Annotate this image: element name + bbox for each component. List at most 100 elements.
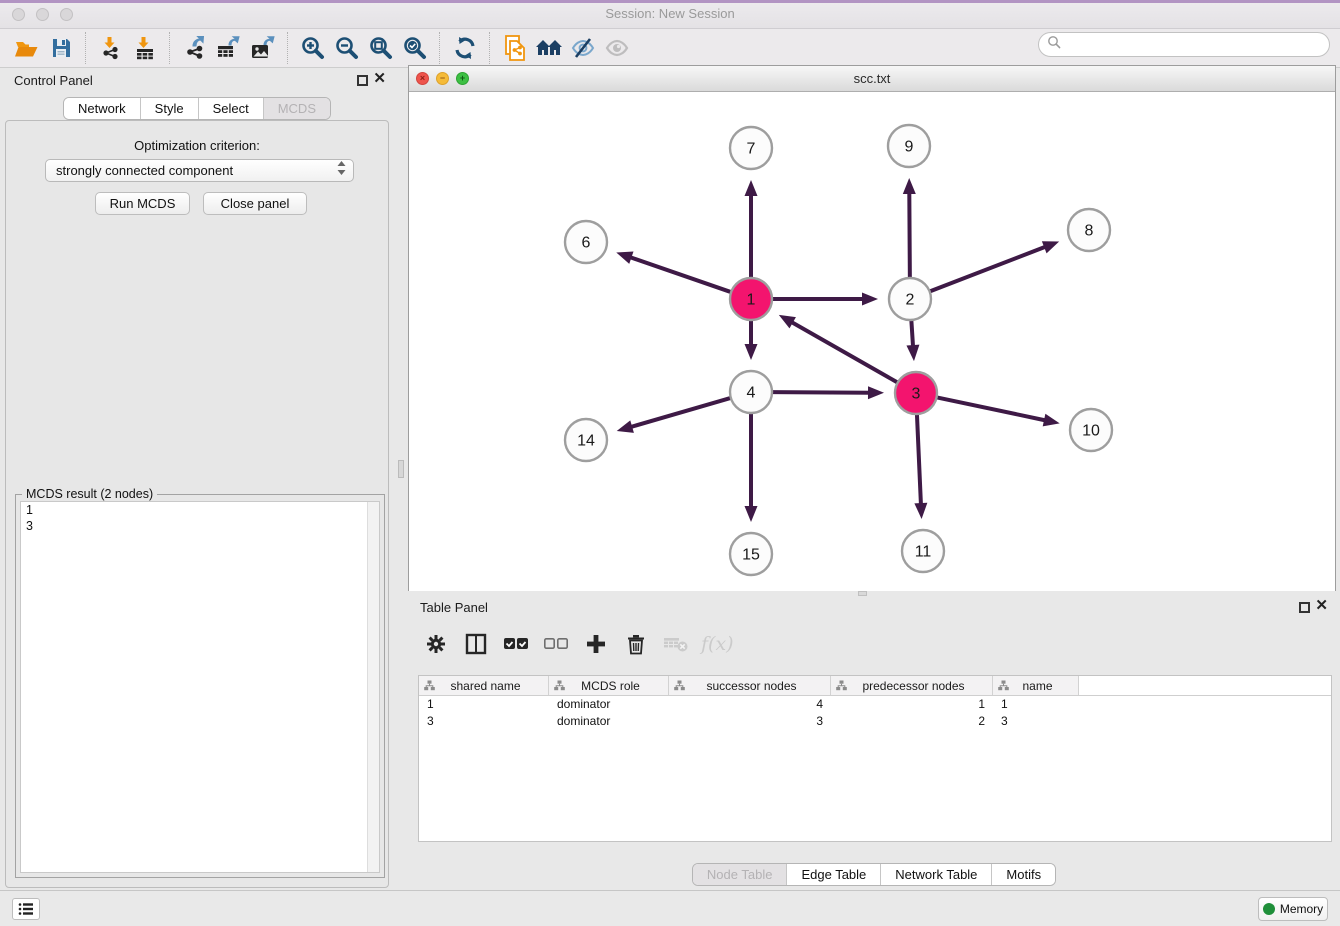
edge-2-9[interactable] (903, 178, 916, 277)
column-header-MCDS-role[interactable]: MCDS role (549, 676, 669, 695)
table-cell[interactable]: 1 (419, 696, 549, 713)
node-9[interactable]: 9 (888, 125, 930, 167)
node-3[interactable]: 3 (895, 372, 937, 414)
close-panel-icon[interactable]: ✕ (373, 70, 386, 88)
application-window: Session: New Session Control Panel ✕ Net… (0, 0, 1340, 926)
zoom-selected-icon[interactable] (398, 33, 432, 63)
edge-2-3[interactable] (906, 321, 919, 361)
close-panel-button[interactable]: Close panel (203, 192, 307, 215)
edge-3-10[interactable] (938, 398, 1060, 427)
float-panel-icon[interactable] (357, 75, 368, 86)
node-7[interactable]: 7 (730, 127, 772, 169)
edge-1-7[interactable] (745, 180, 758, 277)
table-cell[interactable]: 3 (669, 713, 831, 730)
node-10[interactable]: 10 (1070, 409, 1112, 451)
control-tab-style[interactable]: Style (141, 98, 199, 119)
toolbar-separator (85, 32, 87, 64)
table-tab-node-table[interactable]: Node Table (693, 864, 788, 885)
unselect-all-columns-icon[interactable] (538, 627, 574, 661)
zoom-fit-icon[interactable] (364, 33, 398, 63)
edge-3-11[interactable] (914, 415, 927, 519)
table-cell[interactable]: 3 (419, 713, 549, 730)
add-column-icon[interactable] (578, 627, 614, 661)
edge-1-4[interactable] (745, 321, 758, 360)
edge-4-3[interactable] (773, 386, 884, 399)
table-cell[interactable]: 2 (831, 713, 993, 730)
memory-button[interactable]: Memory (1258, 897, 1328, 921)
delete-columns-icon[interactable] (618, 627, 654, 661)
refresh-view-icon[interactable] (448, 33, 482, 63)
node-14[interactable]: 14 (565, 419, 607, 461)
function-builder-icon[interactable]: f(x) (698, 627, 734, 661)
first-neighbors-icon[interactable] (532, 33, 566, 63)
memory-button-label: Memory (1280, 902, 1323, 916)
table-cell[interactable]: dominator (549, 696, 669, 713)
node-4[interactable]: 4 (730, 371, 772, 413)
search-input[interactable] (1065, 35, 1329, 55)
network-frame-titlebar[interactable]: × − + scc.txt (409, 66, 1335, 92)
table-panel-close-icon[interactable]: ✕ (1315, 597, 1328, 615)
zoom-in-icon[interactable] (296, 33, 330, 63)
edge-4-14[interactable] (617, 398, 730, 433)
table-row[interactable]: 3dominator323 (419, 713, 1331, 730)
table-tab-edge-table[interactable]: Edge Table (787, 864, 881, 885)
open-session-folder-icon[interactable] (10, 33, 44, 63)
clone-network-icon[interactable] (498, 33, 532, 63)
node-1[interactable]: 1 (730, 278, 772, 320)
table-cell[interactable]: 3 (993, 713, 1079, 730)
delete-table-icon[interactable] (658, 627, 694, 661)
show-all-icon[interactable] (600, 33, 634, 63)
table-cell[interactable]: 4 (669, 696, 831, 713)
node-8[interactable]: 8 (1068, 209, 1110, 251)
svg-text:3: 3 (912, 386, 921, 403)
vertical-splitter[interactable] (396, 68, 406, 890)
column-header-shared-name[interactable]: shared name (419, 676, 549, 695)
hide-selected-icon[interactable] (566, 33, 600, 63)
svg-text:1: 1 (747, 292, 756, 309)
export-image-icon[interactable] (246, 33, 280, 63)
save-session-icon[interactable] (44, 33, 78, 63)
table-row[interactable]: 1dominator411 (419, 696, 1331, 713)
edge-1-2[interactable] (773, 293, 878, 306)
edge-1-6[interactable] (616, 252, 730, 292)
edge-3-1[interactable] (779, 315, 897, 382)
table-cell[interactable]: dominator (549, 713, 669, 730)
mcds-result-item[interactable]: 1 (21, 502, 379, 518)
select-all-columns-icon[interactable] (498, 627, 534, 661)
table-cell[interactable]: 1 (993, 696, 1079, 713)
import-table-icon[interactable] (128, 33, 162, 63)
control-tab-select[interactable]: Select (199, 98, 264, 119)
edge-2-8[interactable] (931, 241, 1060, 291)
export-table-icon[interactable] (212, 33, 246, 63)
result-scrollbar[interactable] (367, 502, 379, 872)
splitter-grip[interactable] (398, 460, 404, 478)
table-cell[interactable]: 1 (831, 696, 993, 713)
node-15[interactable]: 15 (730, 533, 772, 575)
export-network-icon[interactable] (178, 33, 212, 63)
task-history-button[interactable] (12, 898, 40, 920)
search-field[interactable] (1038, 32, 1330, 57)
node-2[interactable]: 2 (889, 278, 931, 320)
criterion-dropdown[interactable]: strongly connected component (45, 159, 354, 182)
zoom-out-icon[interactable] (330, 33, 364, 63)
window-titlebar: Session: New Session (0, 0, 1340, 29)
column-header-successor-nodes[interactable]: successor nodes (669, 676, 831, 695)
column-header-name[interactable]: name (993, 676, 1079, 695)
table-panel-float-icon[interactable] (1299, 602, 1310, 613)
control-tab-network[interactable]: Network (64, 98, 141, 119)
run-mcds-button[interactable]: Run MCDS (95, 192, 190, 215)
table-settings-gear-icon[interactable] (418, 627, 454, 661)
column-header-predecessor-nodes[interactable]: predecessor nodes (831, 676, 993, 695)
mcds-result-item[interactable]: 3 (21, 518, 379, 534)
criterion-dropdown-value: strongly connected component (56, 163, 337, 178)
node-6[interactable]: 6 (565, 221, 607, 263)
network-canvas[interactable]: 7 9 6 8 1 2 4 3 14 10 15 11 (409, 92, 1335, 591)
table-tab-motifs[interactable]: Motifs (992, 864, 1055, 885)
node-11[interactable]: 11 (902, 530, 944, 572)
column-browser-icon[interactable] (458, 627, 494, 661)
import-network-icon[interactable] (94, 33, 128, 63)
edge-4-15[interactable] (745, 414, 758, 522)
mcds-result-list[interactable]: 13 (20, 501, 380, 873)
control-tab-mcds[interactable]: MCDS (264, 98, 330, 119)
table-tab-network-table[interactable]: Network Table (881, 864, 992, 885)
